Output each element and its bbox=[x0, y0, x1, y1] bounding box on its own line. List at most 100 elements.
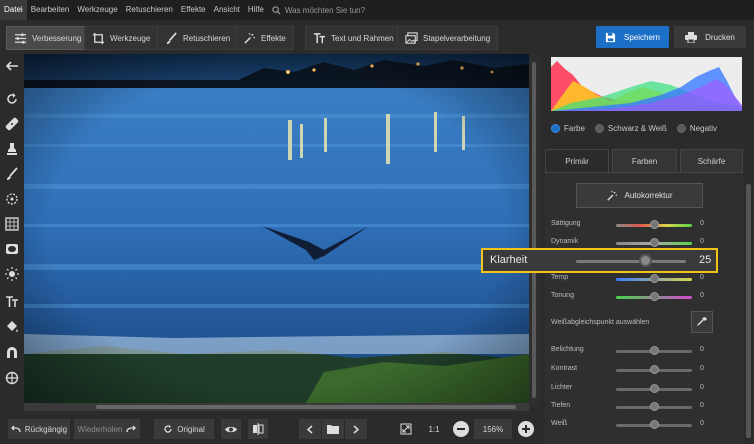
back-arrow-icon[interactable] bbox=[4, 58, 20, 74]
slider-label: Dynamik bbox=[551, 238, 579, 245]
slider-knob[interactable] bbox=[650, 346, 659, 355]
slider-value: 0 bbox=[700, 274, 704, 281]
slider-knob[interactable] bbox=[650, 365, 659, 374]
save-label: Speichern bbox=[623, 32, 661, 42]
tab-text-und-rahmen[interactable]: Text und Rahmen bbox=[305, 26, 402, 50]
menu-bearbeiten[interactable]: Bearbeiten bbox=[27, 0, 74, 20]
panel-scrollbar[interactable] bbox=[743, 172, 754, 444]
slider-label: Belichtung bbox=[551, 346, 584, 353]
slider-value: 0 bbox=[700, 346, 704, 353]
slider-knob[interactable] bbox=[650, 220, 659, 229]
menu-hilfe[interactable]: Hilfe bbox=[244, 0, 268, 20]
tab-schaerfe[interactable]: Schärfe bbox=[680, 149, 743, 173]
magic-wand-icon bbox=[244, 32, 255, 44]
tab-label: Verbesserung bbox=[32, 33, 82, 43]
menu-effekte[interactable]: Effekte bbox=[177, 0, 210, 20]
horizontal-scrollbar[interactable] bbox=[24, 403, 529, 411]
menu-retuschieren[interactable]: Retuschieren bbox=[122, 0, 177, 20]
slider-knob[interactable] bbox=[650, 402, 659, 411]
ratio-1to1-button[interactable]: 1:1 bbox=[423, 419, 445, 439]
slider-knob[interactable] bbox=[650, 384, 659, 393]
slider-label: Sättigung bbox=[551, 220, 581, 227]
slider-value: 0 bbox=[700, 420, 704, 427]
slider-lichter[interactable]: Lichter 0 bbox=[551, 383, 711, 395]
slider-knob[interactable] bbox=[650, 238, 659, 247]
compare-icon[interactable] bbox=[248, 419, 268, 439]
slider-value: 0 bbox=[700, 384, 704, 391]
tab-label: Retuschieren bbox=[183, 33, 231, 43]
slider-knob[interactable] bbox=[650, 420, 659, 429]
rotate-icon[interactable] bbox=[4, 91, 20, 107]
slider-klarheit-highlight[interactable]: Klarheit 25 bbox=[481, 248, 718, 273]
eye-icon[interactable] bbox=[221, 419, 241, 439]
slider-kontrast[interactable]: Kontrast 0 bbox=[551, 364, 711, 376]
slider-tonung[interactable]: Tonung 0 bbox=[551, 291, 711, 303]
mode-label-farbe: Farbe bbox=[564, 124, 585, 133]
slider-knob[interactable] bbox=[650, 274, 659, 283]
scroll-thumb[interactable] bbox=[96, 405, 516, 409]
tab-stapelverarbeitung[interactable]: Stapelverarbeitung bbox=[397, 26, 499, 50]
autocorrect-button[interactable]: Autokorrektur bbox=[576, 183, 703, 208]
tab-werkzeuge[interactable]: Werkzeuge bbox=[84, 26, 159, 50]
slider-label: Tiefen bbox=[551, 402, 571, 409]
printer-icon bbox=[685, 31, 698, 43]
target-icon[interactable] bbox=[4, 191, 20, 207]
text-icon[interactable] bbox=[4, 294, 20, 310]
tab-retuschieren[interactable]: Retuschieren bbox=[157, 26, 239, 50]
photo-canvas[interactable] bbox=[24, 54, 529, 406]
slider-label: Kontrast bbox=[551, 365, 578, 372]
original-button[interactable]: Original bbox=[154, 419, 214, 439]
slider-weiss[interactable]: Weiß 0 bbox=[551, 419, 711, 431]
tab-effekte[interactable]: Effekte bbox=[235, 26, 294, 50]
slider-value: 0 bbox=[700, 238, 704, 245]
scroll-thumb[interactable] bbox=[746, 184, 751, 438]
zoom-value[interactable]: 156% bbox=[474, 419, 512, 439]
stamp-icon[interactable] bbox=[4, 141, 20, 157]
radio-farbe[interactable] bbox=[551, 124, 560, 133]
brush-icon[interactable] bbox=[4, 166, 20, 182]
menu-ansicht[interactable]: Ansicht bbox=[210, 0, 244, 20]
vignette-icon[interactable] bbox=[4, 241, 20, 257]
slider-belichtung[interactable]: Belichtung 0 bbox=[551, 345, 711, 357]
prev-image-button[interactable] bbox=[299, 419, 321, 439]
slider-knob[interactable] bbox=[650, 292, 659, 301]
tab-verbesserung[interactable]: Verbesserung bbox=[6, 26, 90, 50]
magnet-icon[interactable] bbox=[4, 344, 20, 360]
mode-options: Farbe Schwarz & Weiß Negativ bbox=[551, 124, 717, 133]
menu-werkzeuge[interactable]: Werkzeuge bbox=[73, 0, 121, 20]
menu-bar: Datei Bearbeiten Werkzeuge Retuschieren … bbox=[0, 0, 754, 20]
tab-primaer[interactable]: Primär bbox=[545, 149, 609, 173]
menu-search[interactable]: Was möchten Sie tun? bbox=[272, 6, 365, 15]
eyedropper-icon bbox=[697, 317, 707, 326]
klarheit-knob[interactable] bbox=[639, 254, 652, 267]
folder-icon[interactable] bbox=[322, 419, 344, 439]
eyedropper-button[interactable] bbox=[691, 311, 713, 333]
klarheit-track[interactable] bbox=[576, 260, 686, 263]
redo-button[interactable]: Wiederholen bbox=[74, 419, 140, 439]
slider-value: 0 bbox=[700, 365, 704, 372]
crosshair-icon[interactable] bbox=[4, 370, 20, 386]
photo-image bbox=[24, 54, 529, 406]
tab-farben[interactable]: Farben bbox=[612, 149, 677, 173]
menu-datei[interactable]: Datei bbox=[0, 0, 27, 20]
fit-screen-icon[interactable] bbox=[396, 419, 416, 439]
vertical-scrollbar[interactable] bbox=[529, 54, 539, 406]
undo-button[interactable]: Rückgängig bbox=[8, 419, 70, 439]
slider-tiefen[interactable]: Tiefen 0 bbox=[551, 401, 711, 413]
radio-schwarz-weiss[interactable] bbox=[594, 124, 604, 133]
print-button[interactable]: Drucken bbox=[674, 26, 746, 48]
healing-patch-icon[interactable] bbox=[4, 116, 20, 132]
zoom-in-button[interactable] bbox=[518, 421, 534, 437]
bucket-icon[interactable] bbox=[4, 319, 20, 335]
slider-temp[interactable]: Temp 0 bbox=[551, 273, 711, 285]
save-button[interactable]: Speichern bbox=[596, 26, 669, 48]
zoom-out-button[interactable] bbox=[453, 421, 469, 437]
grid-icon[interactable] bbox=[4, 216, 20, 232]
next-image-button[interactable] bbox=[345, 419, 367, 439]
scroll-thumb[interactable] bbox=[532, 62, 536, 398]
slider-saettigung[interactable]: Sättigung 0 bbox=[551, 219, 711, 231]
sun-icon[interactable] bbox=[4, 266, 20, 282]
batch-images-icon bbox=[405, 31, 418, 44]
sliders-icon bbox=[14, 32, 27, 44]
radio-negativ[interactable] bbox=[676, 124, 686, 133]
